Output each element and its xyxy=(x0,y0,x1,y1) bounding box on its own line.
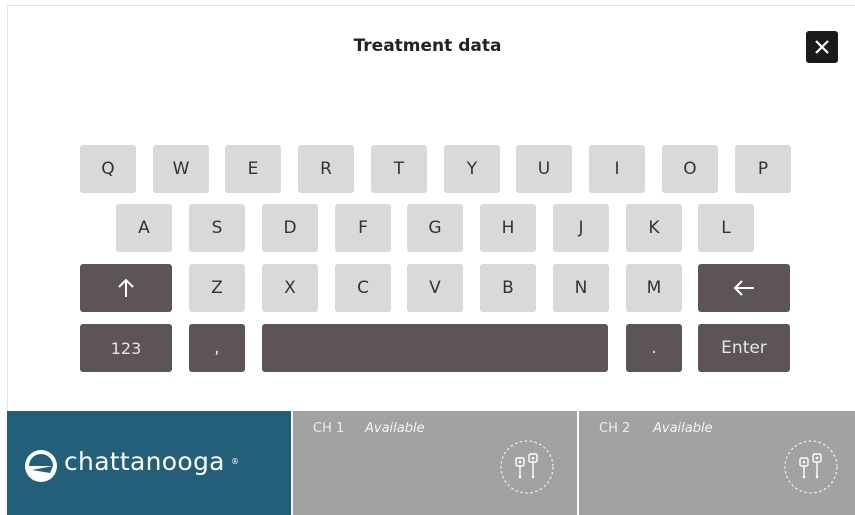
key-d[interactable]: D xyxy=(262,204,318,252)
key-r[interactable]: R xyxy=(298,145,354,193)
key-n[interactable]: N xyxy=(553,264,609,312)
electrode-icon xyxy=(500,440,554,494)
key-y[interactable]: Y xyxy=(444,145,500,193)
arrow-up-icon xyxy=(118,278,134,297)
key-w[interactable]: W xyxy=(153,145,209,193)
brand-logo: chattanooga ® xyxy=(7,411,291,515)
status-bar: chattanooga ® CH 1 Available CH 2 Availa… xyxy=(7,411,855,515)
space-key[interactable] xyxy=(262,324,608,372)
key-o[interactable]: O xyxy=(662,145,718,193)
key-k[interactable]: K xyxy=(626,204,682,252)
key-g[interactable]: G xyxy=(407,204,463,252)
channel-1-panel[interactable]: CH 1 Available xyxy=(293,411,577,515)
close-button[interactable] xyxy=(806,31,838,63)
registered-mark: ® xyxy=(231,457,239,466)
key-l[interactable]: L xyxy=(698,204,754,252)
key-e[interactable]: E xyxy=(225,145,281,193)
electrode-icon xyxy=(784,440,838,494)
channel-label: CH 2 xyxy=(599,421,631,436)
key-t[interactable]: T xyxy=(371,145,427,193)
key-x[interactable]: X xyxy=(262,264,318,312)
period-key[interactable]: . xyxy=(626,324,682,372)
key-b[interactable]: B xyxy=(480,264,536,312)
comma-key[interactable]: , xyxy=(189,324,245,372)
key-i[interactable]: I xyxy=(589,145,645,193)
key-h[interactable]: H xyxy=(480,204,536,252)
key-f[interactable]: F xyxy=(335,204,391,252)
arrow-left-icon xyxy=(733,280,754,296)
brand-name: chattanooga xyxy=(64,447,225,476)
key-s[interactable]: S xyxy=(189,204,245,252)
key-c[interactable]: C xyxy=(335,264,391,312)
channel-2-panel[interactable]: CH 2 Available xyxy=(579,411,855,515)
channel-status: Available xyxy=(365,421,425,436)
numbers-key[interactable]: 123 xyxy=(80,324,172,372)
enter-key[interactable]: Enter xyxy=(698,324,790,372)
key-u[interactable]: U xyxy=(516,145,572,193)
shift-key[interactable] xyxy=(80,264,172,312)
key-q[interactable]: Q xyxy=(80,145,136,193)
channel-status: Available xyxy=(653,421,713,436)
dialog-title: Treatment data xyxy=(353,36,502,56)
key-v[interactable]: V xyxy=(407,264,463,312)
backspace-key[interactable] xyxy=(698,264,790,312)
key-j[interactable]: J xyxy=(553,204,609,252)
key-z[interactable]: Z xyxy=(189,264,245,312)
key-a[interactable]: A xyxy=(116,204,172,252)
key-p[interactable]: P xyxy=(735,145,791,193)
close-icon xyxy=(815,40,829,54)
chattanooga-logo-icon xyxy=(25,450,57,482)
channel-label: CH 1 xyxy=(313,421,345,436)
key-m[interactable]: M xyxy=(626,264,682,312)
